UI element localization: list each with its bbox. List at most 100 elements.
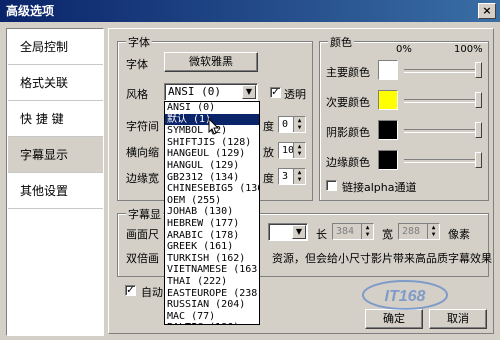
charset-option[interactable]: CHINESEBIG5 (136) [165,183,259,195]
mouse-cursor-icon [208,118,220,135]
font-label: 字体 [126,58,148,71]
horizontal-scale-label: 横向缩 [126,146,159,159]
border-color-swatch[interactable] [378,150,398,170]
shadow-color-label: 阴影颜色 [326,126,370,139]
shadow-opacity-slider[interactable] [404,120,482,140]
opacity-min-label: 0% [396,44,412,55]
charset-option[interactable]: RUSSIAN (204) [165,299,259,311]
border-width-stepper[interactable]: 3 ▲ ▼ [278,168,306,185]
charset-option[interactable]: MAC (77) [165,311,259,323]
charset-option[interactable]: TURKISH (162) [165,253,259,265]
charset-option[interactable]: JOHAB (130) [165,206,259,218]
primary-color-swatch[interactable] [378,60,398,80]
charset-option[interactable]: ANSI (0) [165,102,259,114]
slider-thumb[interactable] [475,62,482,78]
charset-option[interactable]: HEBREW (177) [165,218,259,230]
auto-label: 自动 [141,286,163,299]
shadow-color-swatch[interactable] [378,120,398,140]
slider-thumb[interactable] [475,152,482,168]
border-width-value: 3 [282,171,289,182]
charset-option[interactable]: GB2312 (134) [165,172,259,184]
nav-item-label: 其他设置 [20,184,69,198]
length-value: 384 [336,226,355,237]
color-group: 颜色 0% 100% 主要颜色 次要颜色 阴影颜色 边缘颜色 链接alpha通道 [319,34,489,201]
horizontal-scale-stepper[interactable]: 100 ▲ ▼ [278,142,306,159]
nav-item-other-settings[interactable]: 其他设置 [8,173,103,209]
secondary-opacity-slider[interactable] [404,90,482,110]
window-title: 高级选项 [6,4,55,18]
primary-color-label: 主要颜色 [326,66,370,79]
auto-checkbox[interactable]: ✓ [125,285,136,296]
canvas-size-select[interactable]: ▼ [268,223,308,241]
primary-opacity-slider[interactable] [404,60,482,80]
char-spacing-value: 0 [282,119,289,130]
stepper-arrows[interactable]: ▲ ▼ [293,169,305,184]
canvas-size-label: 画面尺 [126,228,159,241]
title-bar: 高级选项 × [0,0,500,22]
close-icon: × [482,4,492,17]
color-group-title: 颜色 [328,34,354,50]
length-label: 长 [316,228,327,241]
charset-option[interactable]: ARABIC (178) [165,230,259,242]
stepper-arrows[interactable]: ▲ ▼ [293,143,305,158]
horizontal-scale-suffix: 放 [263,146,274,159]
charset-option[interactable]: VIETNAMESE (163) [165,264,259,276]
nav-item-format-association[interactable]: 格式关联 [8,65,103,101]
charset-select[interactable]: ANSI (0) ▼ [164,83,258,101]
char-spacing-stepper[interactable]: 0 ▲ ▼ [278,116,306,133]
nav-item-subtitle-display[interactable]: 字幕显示 [8,137,103,173]
charset-option[interactable]: SHIFTJIS (128) [165,137,259,149]
nav-item-label: 全局控制 [20,40,69,54]
stepper-arrows[interactable]: ▲ ▼ [293,117,305,132]
length-stepper[interactable]: 384 ▲ ▼ [332,223,374,240]
charset-option[interactable]: OEM (255) [165,195,259,207]
nav-item-label: 格式关联 [20,76,69,90]
char-spacing-suffix: 度 [263,120,274,133]
font-button[interactable]: 微软雅黑 [164,52,258,72]
nav-item-global-control[interactable]: 全局控制 [8,29,103,65]
opacity-max-label: 100% [454,44,483,55]
chevron-down-icon[interactable]: ▼ [242,85,256,99]
watermark-text: IT168 [385,288,426,305]
slider-thumb[interactable] [475,122,482,138]
style-label: 风格 [126,88,148,101]
font-group-title: 字体 [126,34,152,50]
charset-option[interactable]: THAI (222) [165,276,259,288]
stepper-arrows[interactable]: ▲ ▼ [427,224,439,239]
ok-button[interactable]: 确定 [365,309,423,329]
slider-thumb[interactable] [475,92,482,108]
border-width-suffix: 度 [263,172,274,185]
link-alpha-checkbox[interactable] [326,180,337,191]
border-width-label: 边缘宽 [126,172,159,185]
double-resolution-desc-left: 双倍画 [126,252,159,265]
it168-watermark-logo: IT168 [362,280,448,310]
cancel-button[interactable]: 取消 [429,309,487,329]
charset-option[interactable]: GREEK (161) [165,241,259,253]
charset-option[interactable]: HANGEUL (129) [165,148,259,160]
double-resolution-desc-right: 资源，但会给小尺寸影片带来高品质字幕效果 [272,252,492,265]
settings-nav: 全局控制 格式关联 快 捷 键 字幕显示 其他设置 [6,28,104,336]
transparent-label: 透明 [284,88,306,101]
border-opacity-slider[interactable] [404,150,482,170]
pixel-unit-label: 像素 [448,228,470,241]
width-value: 288 [402,226,421,237]
charset-option[interactable]: EASTEUROPE (238) [165,288,259,300]
secondary-color-swatch[interactable] [378,90,398,110]
transparent-checkbox[interactable]: ✓ [270,87,281,98]
chevron-down-icon[interactable]: ▼ [292,225,306,239]
link-alpha-label: 链接alpha通道 [342,181,417,194]
width-stepper[interactable]: 288 ▲ ▼ [398,223,440,240]
char-spacing-label: 字符间 [126,120,159,133]
nav-item-hotkeys[interactable]: 快 捷 键 [8,101,103,137]
secondary-color-label: 次要颜色 [326,96,370,109]
border-color-label: 边缘颜色 [326,156,370,169]
subtitle-display-group-title: 字幕显 [126,206,163,222]
close-button[interactable]: × [478,3,496,19]
stepper-arrows[interactable]: ▲ ▼ [361,224,373,239]
width-label: 宽 [382,228,393,241]
charset-option[interactable]: BALTIC (186) [165,322,259,324]
nav-item-label: 快 捷 键 [20,112,64,126]
charset-option[interactable]: HANGUL (129) [165,160,259,172]
nav-item-label: 字幕显示 [20,148,69,162]
charset-select-value: ANSI (0) [168,85,221,98]
